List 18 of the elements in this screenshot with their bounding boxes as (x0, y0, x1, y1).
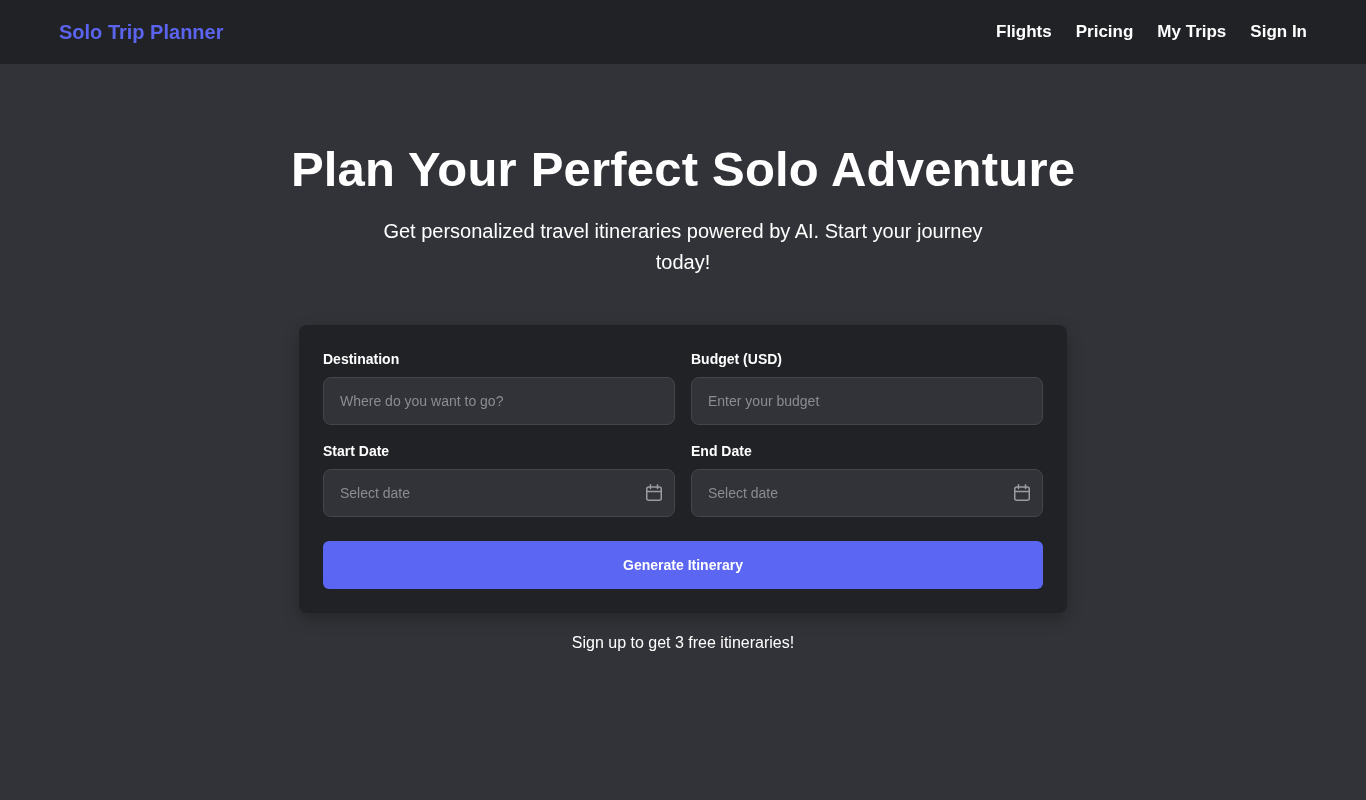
date-field[interactable]: Select date (323, 469, 675, 517)
signup-note: Sign up to get 3 free itineraries! (571, 633, 795, 653)
nav-link[interactable]: Sign In (1250, 22, 1307, 42)
input-field[interactable]: Where do you want to go? (323, 377, 675, 425)
calendar-icon[interactable] (1013, 484, 1031, 502)
field-label: Budget (USD) (691, 350, 782, 369)
date-field[interactable]: Select date (691, 469, 1043, 517)
nav-link[interactable]: Flights (996, 22, 1052, 42)
field-label: End Date (691, 442, 752, 461)
page-title: Plan Your Perfect Solo Adventure (290, 141, 1076, 198)
nav-link[interactable]: Pricing (1075, 22, 1134, 42)
nav-link[interactable]: My Trips (1157, 22, 1227, 42)
input-field[interactable]: Enter your budget (691, 377, 1043, 425)
generate-itinerary-button[interactable]: Generate Itinerary (323, 541, 1043, 589)
page-subtitle: Get personalized travel itineraries powered by AI. Start your journey today! (382, 219, 984, 275)
field-label: Start Date (323, 442, 390, 461)
calendar-icon[interactable] (645, 484, 663, 502)
field-label: Destination (323, 350, 400, 369)
